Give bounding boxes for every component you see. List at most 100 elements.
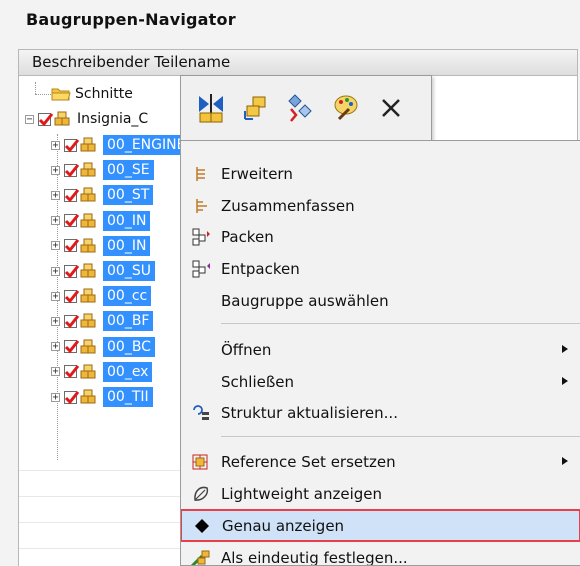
folder-icon — [51, 86, 71, 102]
assembly-icon — [80, 389, 100, 405]
tree-row[interactable]: +00_ST — [51, 184, 154, 206]
submenu-arrow-icon — [561, 376, 580, 389]
menu-separator — [221, 323, 580, 324]
menu-item[interactable]: Baugruppe auswählen — [181, 285, 580, 317]
expand-toggle[interactable]: + — [51, 367, 60, 377]
menu-item[interactable]: Erweitern — [181, 158, 580, 190]
menu-item[interactable]: Reference Set ersetzen — [181, 446, 580, 478]
tree-label: Insignia_C — [77, 111, 149, 127]
visibility-checkbox[interactable] — [64, 390, 80, 404]
tree-label: 00_SE — [103, 160, 154, 181]
assembly-icon — [80, 288, 100, 304]
menu-item[interactable]: Schließen — [181, 366, 580, 398]
expand-toggle[interactable]: + — [51, 140, 60, 150]
tree-row-root[interactable]: − Insignia_C — [25, 108, 148, 130]
make-unique-icon — [181, 548, 221, 565]
tree-label: Schnitte — [75, 86, 133, 102]
collapse-toggle[interactable]: − — [25, 114, 34, 124]
copy-component-icon[interactable] — [238, 90, 274, 126]
tree-connector — [35, 82, 36, 94]
tree-label: 00_BF — [103, 311, 154, 332]
assembly-icon — [80, 364, 100, 380]
expand-toggle[interactable]: + — [51, 291, 60, 301]
replace-component-icon[interactable] — [283, 90, 319, 126]
assembly-icon — [80, 162, 100, 178]
submenu-arrow-icon — [561, 344, 580, 357]
assembly-navigator-window: Baugruppen-Navigator Beschreibender Teil… — [0, 0, 580, 566]
tree-row[interactable]: +00_TII — [51, 386, 153, 408]
tree-label: 00_ST — [103, 185, 154, 206]
expand-toggle[interactable]: + — [51, 190, 60, 200]
tree-label: 00_TII — [103, 387, 153, 407]
tree-row[interactable]: +00_SE — [51, 159, 154, 181]
assembly-icon — [54, 111, 74, 127]
tree-row[interactable]: +00_ex — [51, 361, 153, 383]
context-menu: Erweitern Zusammenfassen Packen Entpacken Ba… — [180, 140, 580, 566]
menu-item[interactable]: Zusammenfassen — [181, 190, 580, 222]
exact-diamond-icon — [182, 518, 222, 534]
menu-item[interactable]: Entpacken — [181, 253, 580, 285]
column-header[interactable]: Beschreibender Teilename — [19, 50, 577, 76]
tree-label: 00_IN — [103, 235, 151, 256]
visibility-checkbox[interactable] — [64, 163, 80, 177]
assembly-icon — [80, 213, 100, 229]
tree-row[interactable]: +00_IN — [51, 235, 151, 257]
menu-item-label: Lightweight anzeigen — [221, 485, 383, 503]
visibility-checkbox[interactable] — [64, 214, 80, 228]
expand-toggle[interactable]: + — [51, 266, 60, 276]
menu-item-label: Baugruppe auswählen — [221, 292, 389, 310]
tree-connector — [35, 94, 51, 95]
assembly-icon — [80, 339, 100, 355]
tree-label: 00_SU — [103, 261, 155, 281]
menu-item[interactable]: Genau anzeigen — [181, 509, 580, 542]
tree-row[interactable]: +00_BC — [51, 336, 155, 358]
navigator-title: Baugruppen-Navigator — [26, 10, 236, 29]
visibility-checkbox[interactable] — [64, 239, 80, 253]
visibility-checkbox[interactable] — [38, 112, 54, 126]
menu-item[interactable]: Struktur aktualisieren... — [181, 397, 580, 429]
expand-toggle[interactable]: + — [51, 165, 60, 175]
menu-item-label: Genau anzeigen — [222, 516, 345, 535]
expand-toggle[interactable]: + — [51, 241, 60, 251]
tree-row[interactable]: +00_cc — [51, 285, 152, 307]
assembly-icon — [80, 313, 100, 329]
assembly-icon — [80, 238, 100, 254]
menu-item-label: Packen — [221, 228, 274, 246]
split-assembly-icon[interactable] — [193, 90, 229, 126]
tree-row-sections[interactable]: Schnitte — [51, 83, 133, 105]
menu-item-label: Erweitern — [221, 165, 293, 183]
tree-row[interactable]: +00_IN — [51, 210, 151, 232]
tree-row[interactable]: +00_BF — [51, 310, 154, 332]
collapse-icon — [181, 197, 221, 215]
visibility-checkbox[interactable] — [64, 138, 80, 152]
menu-item[interactable]: Öffnen — [181, 334, 580, 366]
tree-label: 00_IN — [103, 210, 151, 231]
menu-item[interactable]: Packen — [181, 221, 580, 253]
expand-toggle[interactable]: + — [51, 392, 60, 402]
visibility-checkbox[interactable] — [64, 264, 80, 278]
visibility-checkbox[interactable] — [64, 365, 80, 379]
close-icon[interactable] — [373, 90, 409, 126]
visibility-checkbox[interactable] — [64, 314, 80, 329]
menu-item-label: Entpacken — [221, 260, 300, 278]
tree-label: 00_cc — [103, 286, 152, 307]
menu-item-label: Zusammenfassen — [221, 197, 355, 215]
menu-separator — [221, 436, 580, 437]
expand-toggle[interactable]: + — [51, 216, 60, 226]
menu-item[interactable]: Als eindeutig festlegen... — [181, 542, 580, 565]
display-properties-icon[interactable] — [328, 90, 364, 126]
assembly-icon — [80, 187, 100, 203]
visibility-checkbox[interactable] — [64, 340, 80, 354]
expand-icon — [181, 165, 221, 183]
tree-row[interactable]: +00_SU — [51, 260, 155, 282]
menu-item-label: Struktur aktualisieren... — [221, 404, 398, 422]
menu-item-label: Öffnen — [221, 341, 272, 359]
expand-toggle[interactable]: + — [51, 342, 60, 352]
expand-toggle[interactable]: + — [51, 316, 60, 326]
context-toolbar — [180, 75, 432, 141]
lightweight-icon — [181, 484, 221, 504]
visibility-checkbox[interactable] — [64, 188, 80, 203]
visibility-checkbox[interactable] — [64, 289, 80, 303]
update-structure-icon — [181, 404, 221, 422]
menu-item[interactable]: Lightweight anzeigen — [181, 478, 580, 510]
